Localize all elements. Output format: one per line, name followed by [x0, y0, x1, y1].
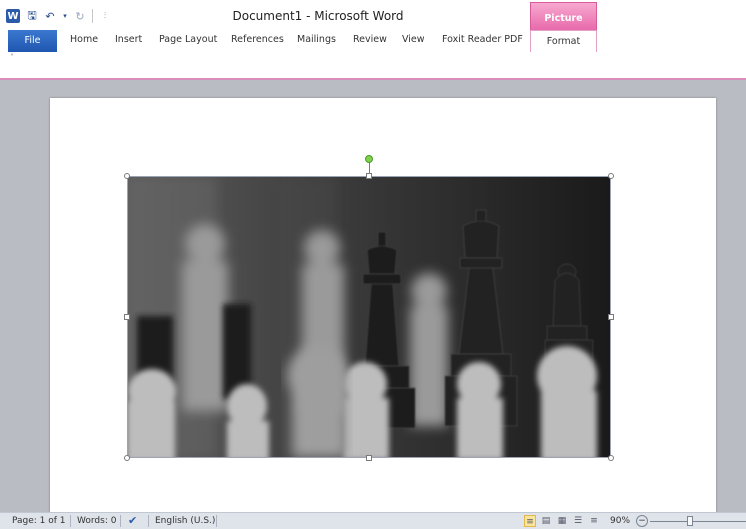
proofing-icon[interactable]: ✔ [128, 514, 137, 527]
resize-handle-right[interactable] [608, 314, 614, 320]
resize-handle-bottom-right[interactable] [608, 455, 614, 461]
tab-view[interactable]: View [402, 34, 425, 45]
tab-home[interactable]: Home [70, 34, 98, 45]
tab-foxit-reader-pdf[interactable]: Foxit Reader PDF [442, 34, 523, 45]
tab-review[interactable]: Review [353, 34, 387, 45]
resize-handle-top[interactable] [366, 173, 372, 179]
resize-handle-bottom[interactable] [366, 455, 372, 461]
status-bar: Page: 1 of 1 Words: 0 ✔ English (U.S.) ≡… [0, 512, 746, 529]
tab-page-layout[interactable]: Page Layout [159, 34, 217, 45]
web-layout-icon[interactable]: ▦ [556, 515, 568, 527]
status-separator [216, 515, 217, 527]
zoom-slider-track[interactable] [650, 521, 746, 522]
draft-icon[interactable]: ≡ [588, 515, 600, 527]
resize-handle-top-left[interactable] [124, 173, 130, 179]
title-bar: W 🖫 ↶ ▾ ↻ ⫶ Document1 - Microsoft Word P… [0, 0, 746, 56]
tab-file[interactable]: File [8, 30, 57, 52]
resize-handle-left[interactable] [124, 314, 130, 320]
word-count[interactable]: Words: 0 [77, 516, 116, 526]
tab-insert[interactable]: Insert [115, 34, 142, 45]
ribbon-panel: ˄ [0, 52, 746, 80]
tab-mailings[interactable]: Mailings [297, 34, 336, 45]
chess-photo-image [127, 176, 611, 458]
page-count[interactable]: Page: 1 of 1 [12, 516, 66, 526]
picture-tools-contextual-label: Picture Tools [530, 2, 597, 56]
print-layout-icon[interactable]: ≡ [524, 515, 536, 527]
tab-format[interactable]: Format [530, 30, 597, 52]
zoom-slider-thumb[interactable] [687, 516, 693, 526]
resize-handle-top-right[interactable] [608, 173, 614, 179]
status-separator [120, 515, 121, 527]
resize-handle-bottom-left[interactable] [124, 455, 130, 461]
status-separator [148, 515, 149, 527]
chess-picture[interactable] [127, 176, 611, 458]
zoom-out-icon[interactable]: − [636, 515, 648, 527]
tab-references[interactable]: References [231, 34, 284, 45]
status-separator [70, 515, 71, 527]
language[interactable]: English (U.S.) [155, 516, 215, 526]
full-screen-reading-icon[interactable]: ▤ [540, 515, 552, 527]
rotate-handle[interactable] [365, 155, 373, 163]
ribbon-expand-icon[interactable]: ˄ [10, 53, 14, 62]
ribbon-tabs: File Home Insert Page Layout References … [0, 30, 746, 53]
outline-icon[interactable]: ☰ [572, 515, 584, 527]
zoom-level[interactable]: 90% [610, 516, 630, 526]
